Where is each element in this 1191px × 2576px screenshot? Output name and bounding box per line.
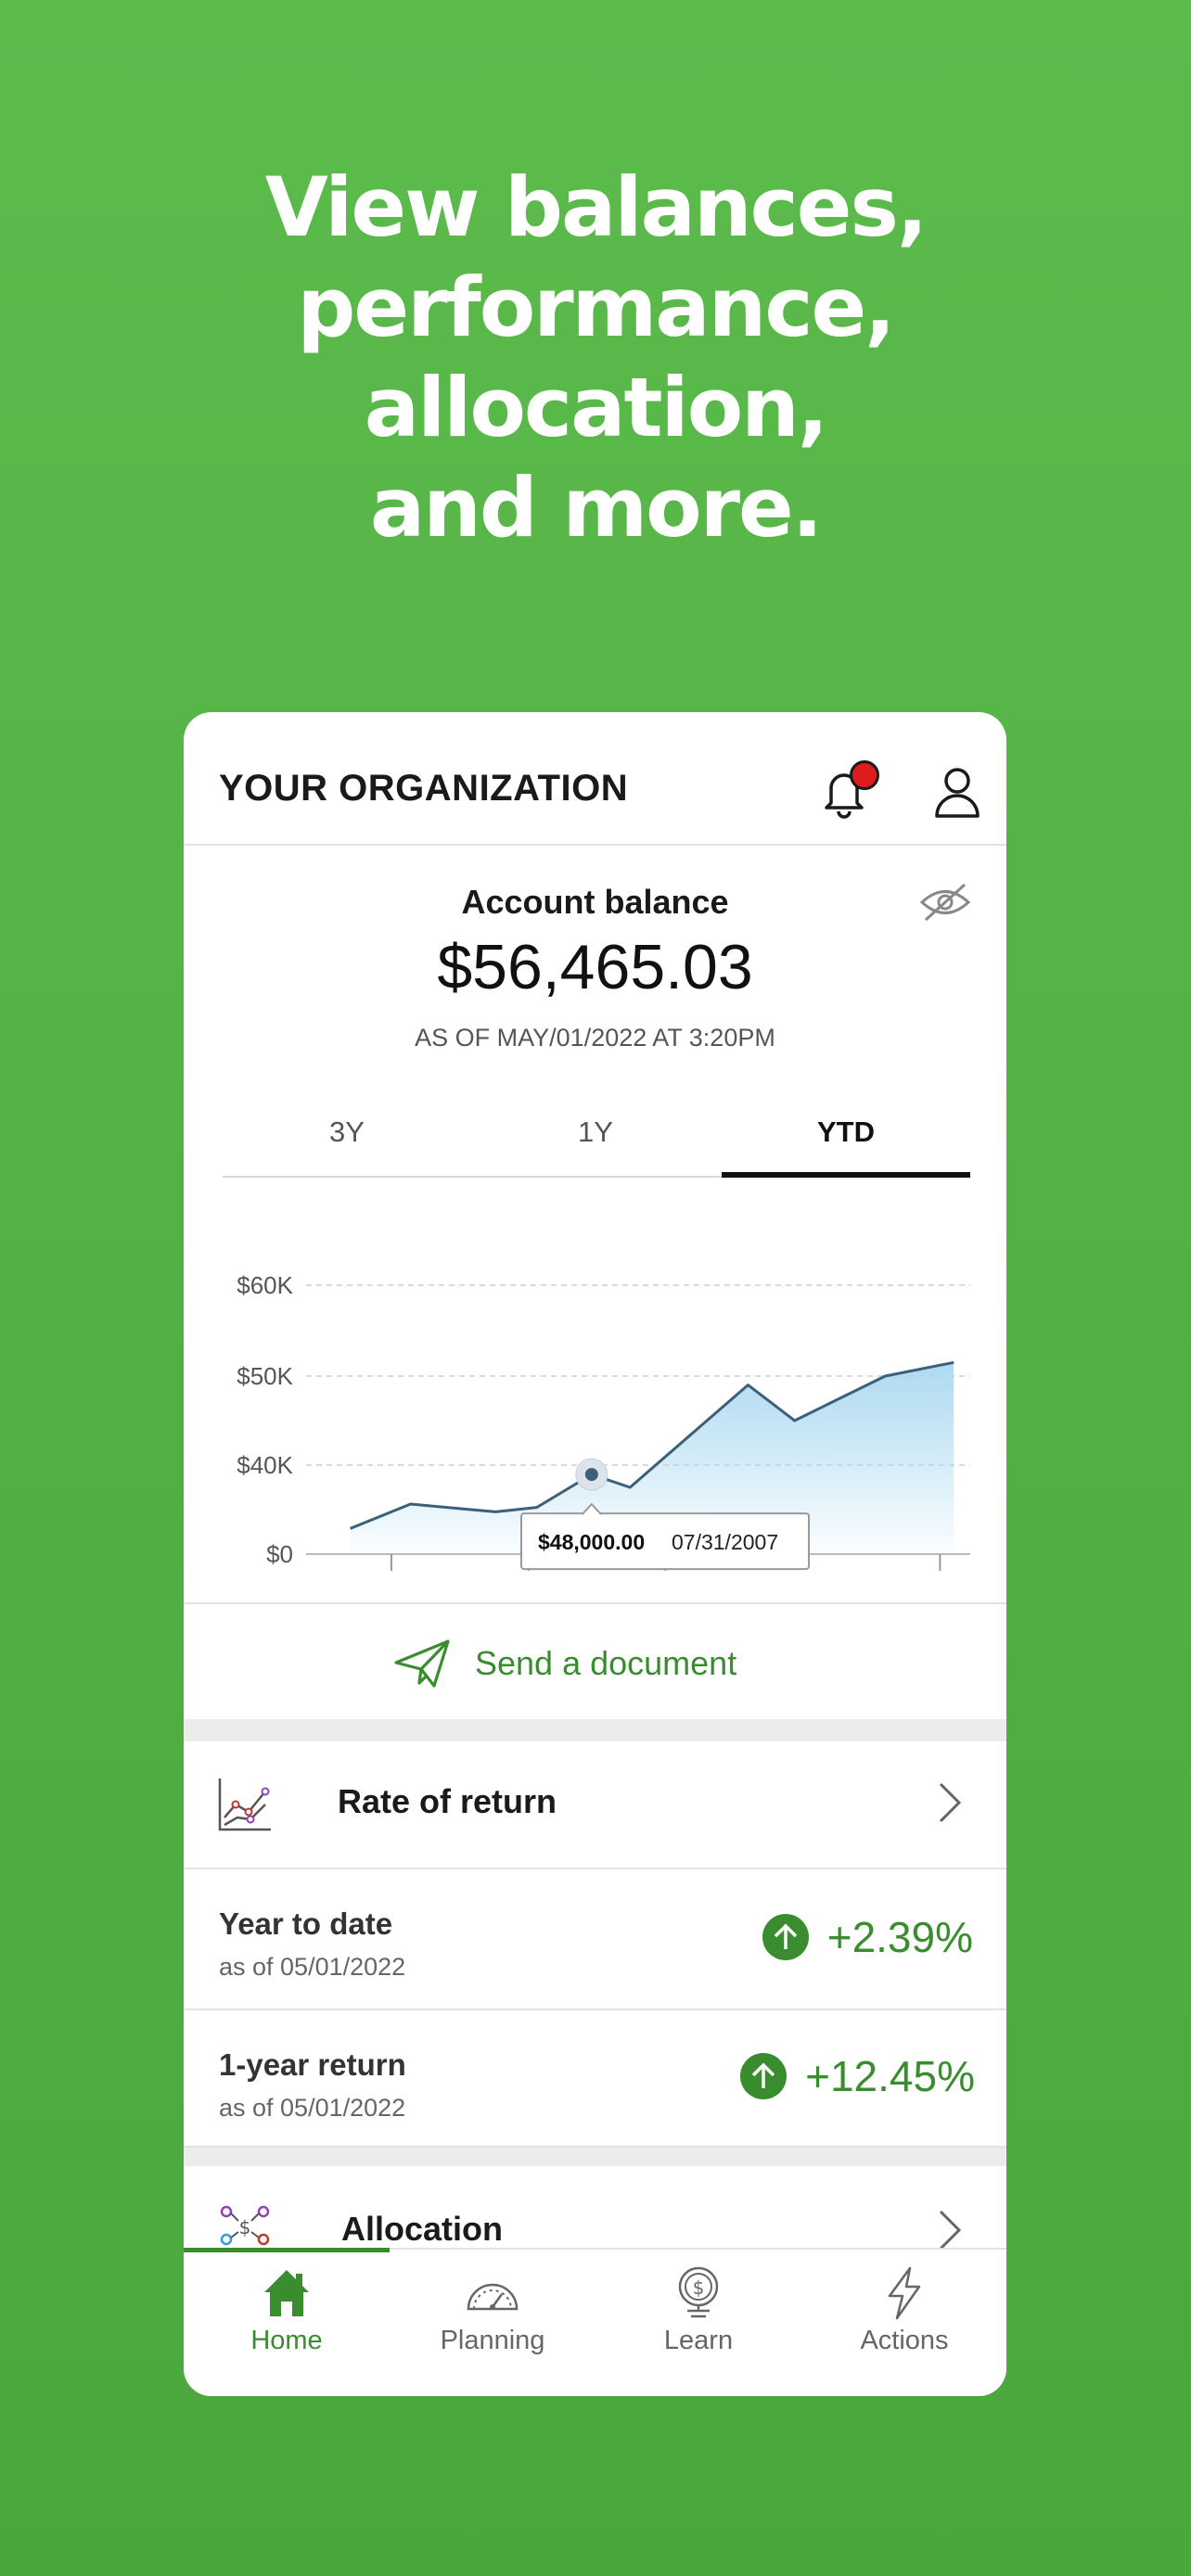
notification-badge: [850, 760, 879, 790]
speedometer-icon: [467, 2283, 519, 2311]
nav-home[interactable]: Home: [184, 2250, 390, 2396]
tab-ytd[interactable]: YTD: [722, 1100, 970, 1178]
tooltip-value: $48,000.00: [538, 1530, 645, 1554]
y-tick-label: $0: [266, 1540, 293, 1568]
account-balance-as-of: AS OF MAY/01/2022 AT 3:20PM: [415, 1024, 775, 1052]
headline-line-3: allocation,: [364, 360, 828, 455]
svg-text:$: $: [693, 2276, 705, 2299]
section-divider: [184, 2148, 1006, 2166]
arrow-up-circle-icon: [762, 1914, 809, 1960]
rate-of-return-title: Rate of return: [338, 1782, 557, 1820]
headline-line-4: and more.: [369, 460, 823, 555]
nav-label: Actions: [860, 2326, 949, 2355]
paper-plane-icon: [394, 1639, 450, 1688]
return-as-of: as of 05/01/2022: [219, 1953, 406, 1981]
return-value: +2.39%: [826, 1913, 973, 1961]
tooltip-date: 07/31/2007: [672, 1530, 778, 1554]
y-tick-label: $50K: [237, 1362, 293, 1390]
headline-line-1: View balances,: [264, 159, 928, 255]
hide-balance-eye-icon[interactable]: [918, 879, 972, 925]
chevron-right-icon: [939, 2210, 962, 2251]
balance-chart[interactable]: $0$40K$50K$60K2000200520102020$48,000.00…: [184, 1185, 1006, 1584]
marketing-headline: View balances, performance, allocation, …: [0, 158, 1191, 558]
bottom-nav: Home Planning $ Learn Actions: [184, 2248, 1006, 2396]
nav-planning[interactable]: Planning: [390, 2250, 596, 2396]
home-icon: [264, 2270, 309, 2316]
org-name: YOUR ORGANIZATION: [219, 768, 629, 809]
account-balance-label: Account balance: [461, 883, 729, 921]
tooltip-point: [584, 1468, 598, 1482]
period-tabs: 3Y 1Y YTD: [223, 1100, 970, 1178]
send-document-label: Send a document: [475, 1644, 737, 1682]
return-title: 1-year return: [219, 2047, 406, 2082]
nav-actions[interactable]: Actions: [801, 2250, 1006, 2396]
allocation-title: Allocation: [341, 2210, 504, 2248]
profile-icon[interactable]: [933, 764, 981, 820]
phone-screen-card: YOUR ORGANIZATION Account balance $56,46…: [184, 712, 1006, 2396]
lightbulb-dollar-icon: $: [678, 2266, 719, 2318]
arrow-up-circle-icon: [740, 2053, 788, 2099]
y-tick-label: $60K: [237, 1271, 293, 1299]
lightning-icon: [888, 2266, 921, 2320]
section-divider: [184, 1719, 1006, 1741]
tab-3y[interactable]: 3Y: [223, 1100, 471, 1176]
app-header: YOUR ORGANIZATION: [184, 712, 1006, 846]
return-title: Year to date: [219, 1906, 393, 1941]
send-document-button[interactable]: Send a document: [184, 1602, 1006, 1721]
return-row-1y: 1-year return as of 05/01/2022 +12.45%: [184, 2010, 1006, 2148]
tab-1y[interactable]: 1Y: [471, 1100, 720, 1176]
chevron-right-icon: [939, 1782, 962, 1823]
line-chart-icon: [218, 1779, 271, 1831]
rate-of-return-row[interactable]: Rate of return: [184, 1741, 1006, 1869]
account-balance-value: $56,465.03: [437, 932, 753, 1002]
nav-label: Planning: [440, 2326, 545, 2355]
svg-text:$: $: [239, 2216, 251, 2238]
headline-line-2: performance,: [297, 260, 895, 355]
return-row-ytd: Year to date as of 05/01/2022 +2.39%: [184, 1869, 1006, 2010]
nav-learn[interactable]: $ Learn: [596, 2250, 801, 2396]
return-as-of: as of 05/01/2022: [219, 2094, 406, 2122]
nav-label: Learn: [663, 2326, 734, 2355]
y-tick-label: $40K: [237, 1451, 293, 1479]
return-value: +12.45%: [805, 2052, 975, 2100]
nav-label: Home: [250, 2326, 323, 2355]
